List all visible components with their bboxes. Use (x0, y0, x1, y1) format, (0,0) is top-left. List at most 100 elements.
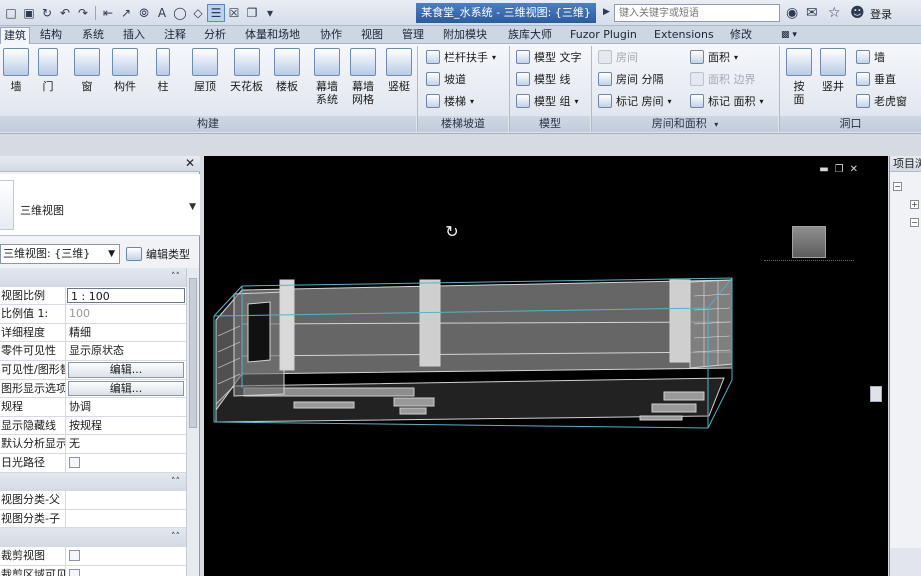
type-selector[interactable]: 三维视图 ▼ (0, 174, 200, 236)
area-button[interactable]: 面积 ▾ (690, 48, 738, 66)
dimension-icon[interactable]: ↗ (117, 4, 135, 22)
tab-extensions[interactable]: Extensions (654, 27, 714, 44)
tab-systems[interactable]: 系统 (82, 27, 104, 44)
property-value[interactable] (66, 510, 186, 528)
section-icon[interactable]: ◇ (189, 4, 207, 22)
ceiling-button[interactable]: 天花板 (230, 48, 263, 93)
model-line-button[interactable]: 模型 线 (516, 70, 571, 88)
favorites-star-icon[interactable]: ☆ (828, 5, 841, 21)
sync-icon[interactable]: ↻ (38, 4, 56, 22)
tab-analyze[interactable]: 分析 (204, 27, 226, 44)
binoculars-icon[interactable]: ◉ (786, 5, 798, 21)
property-value[interactable] (66, 491, 186, 509)
property-value[interactable]: 精细 (66, 324, 186, 342)
tag-area-button[interactable]: 标记 面积 ▾ (690, 92, 764, 110)
mullion-button[interactable]: 竖梃 (386, 48, 412, 93)
room-separator-button[interactable]: 房间 分隔 (598, 70, 664, 88)
vertical-opening-button[interactable]: 垂直 (856, 70, 896, 88)
communication-icon[interactable]: ✉ (806, 5, 818, 21)
shaft-button[interactable]: 竖井 (820, 48, 846, 93)
tree-collapse-icon[interactable]: − (893, 182, 902, 191)
section-collapse-icon[interactable]: ˄˄ (171, 528, 180, 546)
property-edit-button[interactable]: 编辑... (68, 380, 184, 397)
property-checkbox[interactable] (69, 549, 80, 561)
3d-viewport[interactable]: ▬ ❐ ✕ ↻ (204, 156, 888, 576)
scroll-thumb[interactable] (189, 278, 197, 428)
dropdown-arrow-icon[interactable]: ▼ (108, 245, 115, 263)
customize-qat-icon[interactable]: ▾ (261, 4, 279, 22)
login-link[interactable]: 登录 (870, 6, 892, 22)
tab-massing-site[interactable]: 体量和场地 (245, 27, 300, 44)
tab-structure[interactable]: 结构 (40, 27, 62, 44)
project-browser-title: 项目浏览器 (890, 156, 921, 172)
tab-architecture[interactable]: 建筑 (0, 27, 30, 44)
tab-collaborate[interactable]: 协作 (320, 27, 342, 44)
3d-view-icon[interactable]: ◯ (171, 4, 189, 22)
measure-icon[interactable]: ⇤ (99, 4, 117, 22)
property-value[interactable]: 无 (66, 435, 186, 453)
component-button[interactable]: 构件 (112, 48, 138, 93)
roof-button[interactable]: 屋顶 (192, 48, 218, 93)
open-icon[interactable]: □ (2, 4, 20, 22)
redo-icon[interactable]: ↷ (74, 4, 92, 22)
tab-modify[interactable]: 修改 (730, 27, 752, 44)
floor-button[interactable]: 楼板 (274, 48, 300, 93)
property-value[interactable]: 协调 (66, 398, 186, 416)
column-button[interactable]: 柱 (156, 48, 170, 93)
ribbon-minimize-icon[interactable]: ▩ ▾ (781, 27, 797, 44)
save-icon[interactable]: ▣ (20, 4, 38, 22)
switch-windows-icon[interactable]: ❐ (243, 4, 261, 22)
view-instance-dropdown[interactable]: 三维视图: {三维} ▼ (0, 244, 120, 264)
tab-family-master[interactable]: 族库大师 (508, 27, 552, 44)
text-icon[interactable]: A (153, 4, 171, 22)
model-text-button[interactable]: 模型 文字 (516, 48, 582, 66)
wall-button[interactable]: 墙 (3, 48, 29, 93)
group-expand-arrow-icon[interactable]: ▾ (714, 120, 718, 129)
curtain-system-button[interactable]: 幕墙 系统 (314, 48, 340, 106)
tab-insert[interactable]: 插入 (123, 27, 145, 44)
user-icon[interactable]: ☻ (850, 5, 865, 21)
door-button[interactable]: 门 (38, 48, 58, 93)
section-collapse-icon[interactable]: ˄˄ (171, 473, 180, 491)
tag-icon[interactable]: ⦾ (135, 4, 153, 22)
dropdown-arrow-icon[interactable]: ▼ (189, 202, 196, 212)
tree-expand-icon[interactable]: + (910, 200, 919, 209)
area-boundary-button[interactable]: 面积 边界 (690, 70, 756, 88)
tab-add-ins[interactable]: 附加模块 (443, 27, 487, 44)
stair-button[interactable]: 楼梯 ▾ (426, 92, 474, 110)
tab-fuzor-plugin[interactable]: Fuzor Plugin (570, 27, 637, 44)
property-value[interactable]: 100 (66, 305, 186, 323)
tab-view[interactable]: 视图 (361, 27, 383, 44)
window-button[interactable]: 窗 (74, 48, 100, 93)
undo-icon[interactable]: ↶ (56, 4, 74, 22)
browser-scrollbar[interactable] (890, 548, 921, 576)
model-group-icon (516, 94, 530, 108)
property-value[interactable]: 显示原状态 (66, 342, 186, 360)
railing-button[interactable]: 栏杆扶手 ▾ (426, 48, 496, 66)
search-input[interactable] (614, 4, 780, 22)
ramp-button[interactable]: 坡道 (426, 70, 466, 88)
room-button[interactable]: 房间 (598, 48, 638, 66)
property-value[interactable]: 按规程 (66, 417, 186, 435)
model-group-button[interactable]: 模型 组 ▾ (516, 92, 579, 110)
property-value[interactable]: 1 : 100 (67, 287, 185, 304)
property-checkbox[interactable] (69, 568, 80, 576)
tab-manage[interactable]: 管理 (402, 27, 424, 44)
building-model (213, 277, 733, 429)
tab-annotate[interactable]: 注释 (164, 27, 186, 44)
close-icon[interactable]: ✕ (185, 156, 195, 170)
thin-lines-icon[interactable]: ☰ (207, 4, 225, 22)
property-checkbox[interactable] (69, 456, 80, 468)
section-collapse-icon[interactable]: ˄˄ (171, 268, 180, 286)
edit-type-button[interactable]: 编辑类型 (126, 245, 190, 263)
property-edit-button[interactable]: 编辑... (68, 361, 184, 378)
curtain-grid-button[interactable]: 幕墙 网格 (350, 48, 376, 106)
tree-collapse-icon[interactable]: − (910, 218, 919, 227)
properties-scrollbar[interactable] (186, 268, 199, 576)
viewport-scroll-handle[interactable] (870, 386, 882, 402)
tag-room-button[interactable]: 标记 房间 ▾ (598, 92, 672, 110)
wall-opening-button[interactable]: 墙 (856, 48, 885, 66)
by-face-button[interactable]: 按 面 (786, 48, 812, 106)
dormer-opening-button[interactable]: 老虎窗 (856, 92, 907, 110)
close-hidden-icon[interactable]: ☒ (225, 4, 243, 22)
